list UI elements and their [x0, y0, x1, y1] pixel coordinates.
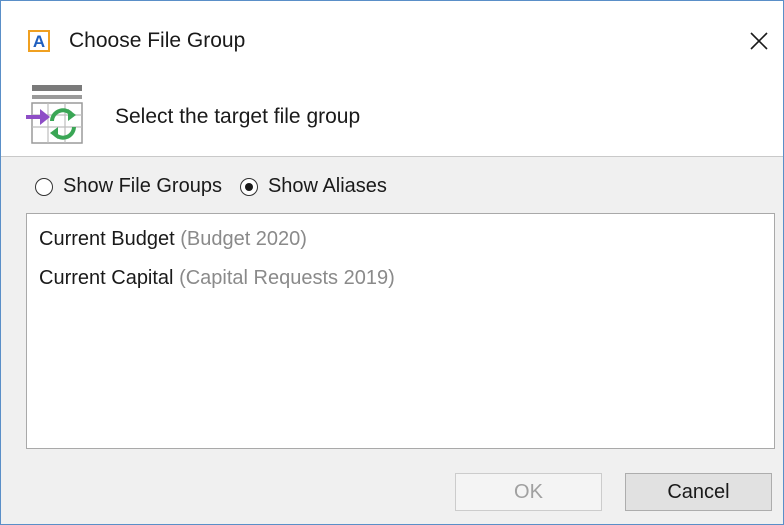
- cancel-button[interactable]: Cancel: [625, 473, 772, 511]
- file-group-list[interactable]: Current Budget (Budget 2020) Current Cap…: [26, 213, 775, 449]
- alias-name: Current Capital: [39, 267, 174, 289]
- dialog-header: Select the target file group: [1, 85, 783, 157]
- app-icon-letter: A: [32, 31, 46, 51]
- radio-show-aliases-label: Show Aliases: [267, 175, 387, 197]
- radio-show-file-groups-label: Show File Groups: [63, 175, 222, 197]
- ok-button[interactable]: OK: [455, 473, 602, 511]
- dialog-body: Show File Groups Show Aliases Current Bu…: [1, 157, 783, 524]
- file-group-sync-icon: [26, 85, 83, 144]
- list-item-current-capital[interactable]: Current Capital (Capital Requests 2019): [39, 267, 395, 290]
- radio-checked-icon[interactable]: [239, 177, 258, 196]
- radio-show-file-groups[interactable]: Show File Groups: [35, 175, 222, 198]
- title-bar[interactable]: A Choose File Group: [1, 1, 783, 85]
- radio-unchecked-icon[interactable]: [35, 177, 53, 196]
- app-logo-icon: A: [28, 30, 50, 52]
- header-instruction: Select the target file group: [115, 105, 361, 128]
- file-group-name: (Budget 2020): [180, 228, 307, 250]
- file-group-name: (Capital Requests 2019): [179, 267, 395, 289]
- radio-show-aliases[interactable]: Show Aliases: [239, 175, 387, 198]
- radio-selected-dot: [244, 182, 253, 191]
- close-icon: [750, 32, 768, 50]
- alias-name: Current Budget: [39, 228, 175, 250]
- choose-file-group-dialog: A Choose File Group Select the target fi…: [0, 0, 784, 525]
- close-button[interactable]: [739, 21, 779, 61]
- list-item-current-budget[interactable]: Current Budget (Budget 2020): [39, 228, 307, 251]
- window-title: Choose File Group: [69, 29, 246, 52]
- view-mode-radio-group: Show File Groups Show Aliases: [35, 175, 387, 198]
